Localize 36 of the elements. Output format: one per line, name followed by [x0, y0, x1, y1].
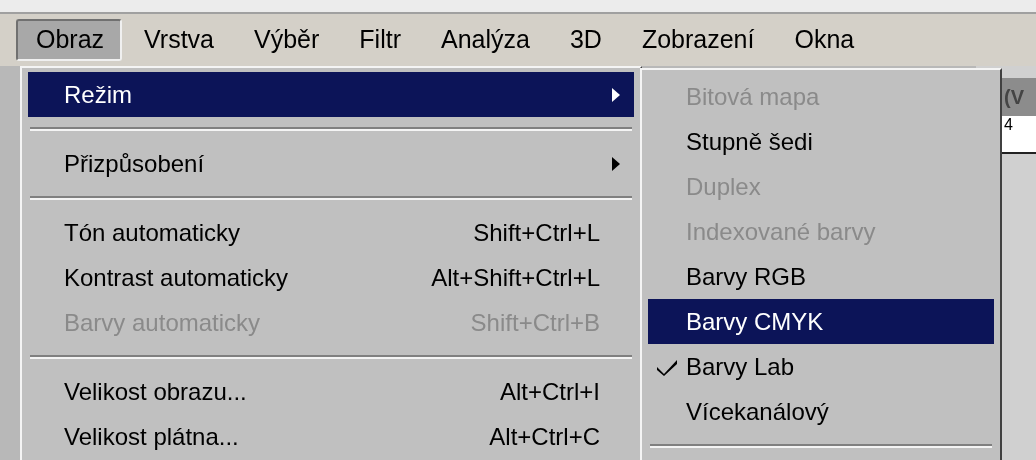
- menu-item[interactable]: Barvy CMYK: [648, 299, 994, 344]
- menu-item-label: Barvy CMYK: [686, 307, 824, 336]
- menu-bar-item[interactable]: Okna: [774, 19, 873, 61]
- menu-bar-item[interactable]: Zobrazení: [621, 19, 773, 61]
- menu-item-label: Tón automaticky: [64, 218, 241, 247]
- menu-bar-item[interactable]: Vrstva: [124, 19, 232, 61]
- menu-bar-item[interactable]: Obraz: [16, 19, 123, 61]
- menu-item-label: Stupně šedi: [686, 127, 813, 156]
- menu-item[interactable]: Velikost obrazu... Alt+Ctrl+I: [28, 369, 634, 414]
- menu-item-label: Režim: [64, 80, 132, 109]
- menu-item-label: Barvy Lab: [686, 352, 795, 381]
- menu-item-label: Barvy RGB: [686, 262, 807, 291]
- menu-item[interactable]: Stupně šedi: [648, 119, 994, 164]
- menu-item[interactable]: Vícekanálový: [648, 389, 994, 434]
- menu-item-label: Velikost plátna...: [64, 422, 239, 451]
- menu-bar-item[interactable]: 3D: [549, 19, 620, 61]
- menu-item[interactable]: Barvy RGB: [648, 254, 994, 299]
- menu-item[interactable]: Tón automaticky Shift+Ctrl+L: [28, 210, 634, 255]
- menu-bar-item[interactable]: Analýza: [421, 19, 548, 61]
- shortcut-label: Shift+Ctrl+L: [473, 218, 601, 247]
- shortcut-label: Alt+Ctrl+C: [489, 422, 601, 451]
- ruler-label: 4: [1004, 116, 1013, 134]
- menu-bar-item[interactable]: Výběr: [234, 19, 338, 61]
- menu-item-label: Velikost obrazu...: [64, 377, 247, 406]
- menu-item-label: Vícekanálový: [686, 397, 829, 426]
- menu-item[interactable]: Režim: [28, 72, 634, 117]
- menu-item[interactable]: Přizpůsobení: [28, 141, 634, 186]
- document-title: (V: [1004, 85, 1024, 109]
- menu-item[interactable]: Barvy Lab: [648, 344, 994, 389]
- menu-item-label: Přizpůsobení: [64, 149, 205, 178]
- menu-item[interactable]: Kontrast automaticky Alt+Shift+Ctrl+L: [28, 255, 634, 300]
- menu-item-label: Kontrast automaticky: [64, 263, 289, 292]
- menu-item[interactable]: Velikost plátna... Alt+Ctrl+C: [28, 414, 634, 459]
- shortcut-label: Alt+Ctrl+I: [499, 377, 601, 406]
- menu-bar-item[interactable]: Filtr: [339, 19, 419, 61]
- shortcut-label: Alt+Shift+Ctrl+L: [431, 263, 601, 292]
